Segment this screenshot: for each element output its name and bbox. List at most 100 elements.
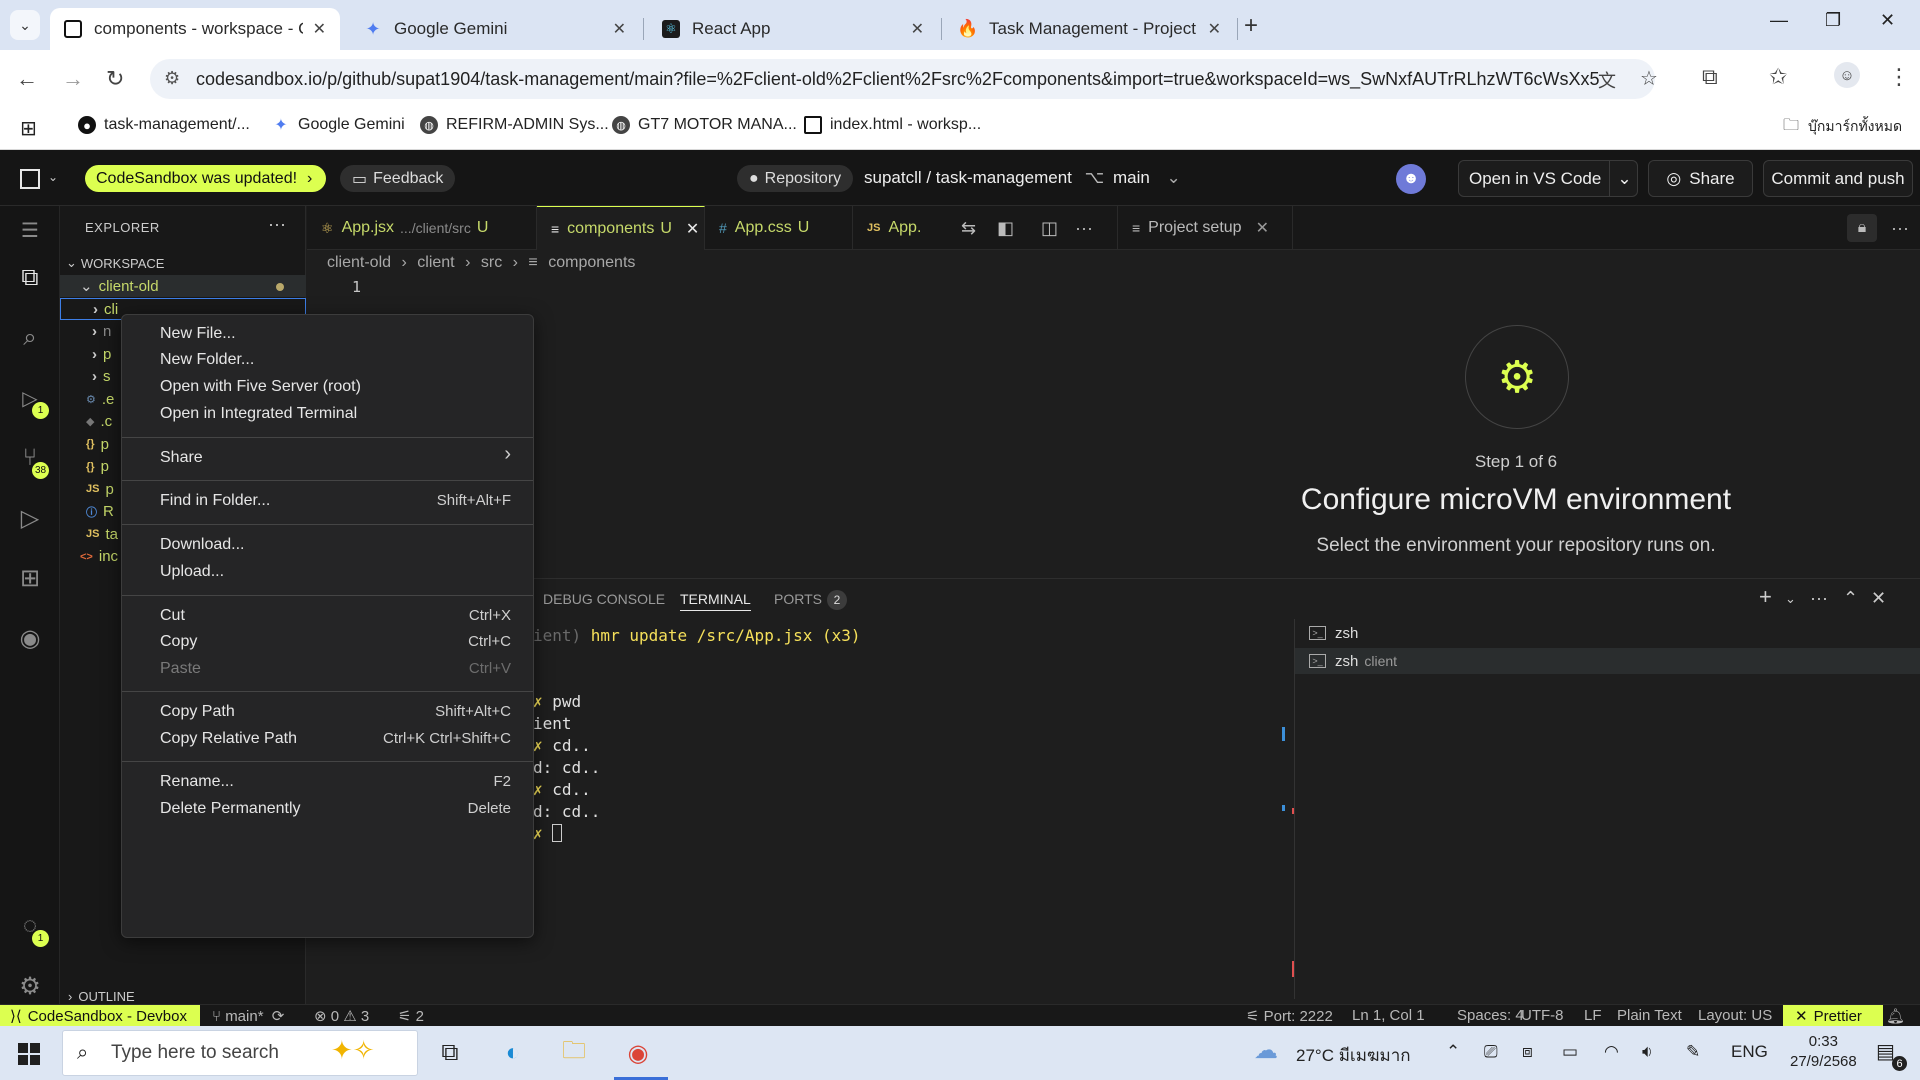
- port-status[interactable]: ⚟ Port: 2222: [1246, 1007, 1333, 1025]
- open-in-vscode-button[interactable]: Open in VS Code ⌄: [1458, 160, 1638, 197]
- volume-icon[interactable]: 🔉︎: [1642, 1042, 1653, 1062]
- address-bar[interactable]: ⚙ codesandbox.io/p/github/supat1904/task…: [150, 59, 1658, 99]
- favorites-icon[interactable]: ✩: [1769, 64, 1787, 90]
- apps-grid-icon[interactable]: ⊞: [20, 116, 37, 141]
- more-actions-icon[interactable]: ···: [268, 214, 286, 235]
- context-menu-item[interactable]: Copy Path Shift+Alt+C: [128, 698, 527, 725]
- browser-tab-react-app[interactable]: ⚛ React App ✕: [648, 8, 938, 50]
- github-icon[interactable]: ◉: [16, 624, 44, 652]
- hamburger-menu-icon[interactable]: ☰: [16, 216, 44, 244]
- input-language[interactable]: ENG: [1731, 1042, 1768, 1062]
- editor-tab-app-jsx[interactable]: ⚛ App.jsx .../client/src U: [307, 206, 537, 250]
- context-menu-item[interactable]: Delete Permanently Delete: [128, 795, 527, 822]
- windows-start-icon[interactable]: [18, 1043, 40, 1065]
- maximize-panel-icon[interactable]: ⌃: [1843, 588, 1858, 609]
- chevron-down-icon[interactable]: ⌄: [1609, 161, 1639, 196]
- context-menu-item[interactable]: New File...: [128, 320, 527, 347]
- bookmark-task-management[interactable]: ● task-management/...: [78, 116, 250, 134]
- editor-tab-app[interactable]: JS App.: [853, 206, 953, 250]
- new-terminal-icon[interactable]: +: [1759, 584, 1772, 610]
- close-tab-icon[interactable]: ✕: [911, 19, 924, 39]
- close-tab-icon[interactable]: ✕: [1256, 218, 1269, 238]
- all-bookmarks-folder[interactable]: 🗀 บุ๊กมาร์กทั้งหมด: [1782, 116, 1902, 138]
- terminal-list-item[interactable]: >_ zsh client: [1295, 648, 1920, 674]
- toggle-panel-icon[interactable]: ◧: [997, 218, 1014, 239]
- sync-icon[interactable]: ⟳: [272, 1008, 285, 1025]
- prettier-status[interactable]: ✕ Prettier: [1783, 1005, 1883, 1027]
- user-avatar[interactable]: ☻: [1396, 164, 1426, 194]
- keyboard-layout-status[interactable]: Layout: US: [1698, 1007, 1772, 1024]
- file-explorer-icon[interactable]: 🗀: [556, 1035, 592, 1071]
- editor-tab-project-setup[interactable]: ≡ Project setup ✕: [1117, 206, 1293, 250]
- commit-and-push-button[interactable]: Commit and push: [1763, 160, 1913, 197]
- more-actions-icon[interactable]: ···: [1810, 588, 1828, 609]
- terminal-list-item[interactable]: >_ zsh: [1295, 620, 1920, 646]
- repo-path[interactable]: supatcll / task-management ⌥ main ⌄: [864, 168, 1181, 188]
- battery-icon[interactable]: ▭: [1562, 1042, 1578, 1062]
- browser-tab-codesandbox[interactable]: components - workspace - Cod ✕: [50, 8, 340, 50]
- close-tab-icon[interactable]: ✕: [1208, 19, 1221, 39]
- context-menu-item[interactable]: New Folder...: [128, 346, 527, 373]
- context-menu-item[interactable]: Share ›: [128, 443, 527, 471]
- browser-tab-gemini[interactable]: ✦ Google Gemini ✕: [350, 8, 640, 50]
- terminal-output[interactable]: ient) hmr update /src/App.jsx (x3) ✗ pwd…: [533, 625, 861, 845]
- close-tab-icon[interactable]: ✕: [613, 19, 626, 39]
- new-tab-button[interactable]: +: [1244, 12, 1258, 40]
- back-icon[interactable]: ←: [16, 66, 38, 92]
- profile-avatar[interactable]: ☺: [1834, 62, 1860, 88]
- feedback-button[interactable]: ▭ Feedback: [340, 165, 456, 192]
- run-debug-icon[interactable]: ▷: [16, 504, 44, 532]
- weather-label[interactable]: 27°C มีเมฆมาก: [1296, 1042, 1411, 1069]
- close-tab-icon[interactable]: ✕: [313, 19, 326, 39]
- forward-icon[interactable]: →: [62, 66, 84, 92]
- meet-icon[interactable]: ⎚: [1484, 1042, 1498, 1062]
- extensions-icon[interactable]: ⧉: [1702, 64, 1718, 90]
- bookmark-star-icon[interactable]: ☆: [1640, 66, 1658, 91]
- eol-status[interactable]: LF: [1584, 1007, 1602, 1024]
- search-icon[interactable]: ⌕: [16, 324, 44, 352]
- bookmark-index-html[interactable]: index.html - worksp...: [804, 116, 981, 134]
- language-status[interactable]: Plain Text: [1617, 1007, 1682, 1024]
- restore-icon[interactable]: ❐: [1825, 10, 1841, 31]
- close-tab-icon[interactable]: ✕: [686, 219, 699, 239]
- context-menu-item[interactable]: Find in Folder... Shift+Alt+F: [128, 487, 527, 514]
- minimize-icon[interactable]: —: [1770, 10, 1788, 31]
- settings-gear-icon[interactable]: ⚙: [16, 972, 44, 1000]
- more-actions-icon[interactable]: ···: [1891, 218, 1909, 239]
- wifi-icon[interactable]: ◠: [1604, 1042, 1619, 1062]
- editor-tab-components[interactable]: ≡ components U ✕: [537, 206, 705, 250]
- encoding-status[interactable]: UTF-8: [1521, 1007, 1564, 1024]
- branch-status[interactable]: ⑂ main* ⟳: [212, 1007, 284, 1025]
- chevron-down-icon[interactable]: ⌄: [1785, 591, 1796, 607]
- breadcrumb-item[interactable]: components: [548, 254, 635, 271]
- indentation-status[interactable]: Spaces: 4: [1457, 1007, 1524, 1024]
- share-button[interactable]: ◎ Share: [1648, 160, 1753, 197]
- tree-folder-client-old[interactable]: ⌄ client-old: [60, 275, 306, 297]
- breadcrumb-item[interactable]: client-old: [327, 254, 391, 271]
- bookmark-gt7-motor[interactable]: ◍ GT7 MOTOR MANA...: [612, 116, 797, 134]
- extensions-icon[interactable]: ⊞: [16, 564, 44, 592]
- context-menu-item[interactable]: Copy Relative Path Ctrl+K Ctrl+Shift+C: [128, 725, 527, 752]
- chrome-icon[interactable]: ◉: [620, 1035, 656, 1071]
- tab-debug-console[interactable]: DEBUG CONSOLE: [543, 591, 665, 607]
- ports-status[interactable]: ⚟ 2: [398, 1007, 424, 1025]
- tab-ports[interactable]: PORTS: [774, 591, 822, 607]
- tab-terminal[interactable]: TERMINAL: [680, 591, 751, 611]
- context-menu-item[interactable]: Download...: [128, 531, 527, 558]
- context-menu-item[interactable]: Copy Ctrl+C: [128, 628, 527, 655]
- edge-icon[interactable]: ◐: [495, 1035, 531, 1071]
- context-menu-item[interactable]: Upload...: [128, 558, 527, 585]
- bookmark-gemini[interactable]: ✦ Google Gemini: [272, 116, 404, 134]
- explorer-icon[interactable]: ⧉: [16, 264, 44, 292]
- context-menu-item[interactable]: Open in Integrated Terminal: [128, 400, 527, 427]
- editor-tab-app-css[interactable]: # App.css U: [705, 206, 853, 250]
- notifications-bell-icon[interactable]: 🔔︎: [1886, 1007, 1905, 1025]
- reload-icon[interactable]: ↻: [106, 66, 124, 92]
- pen-icon[interactable]: ✎: [1686, 1042, 1700, 1062]
- translate-icon[interactable]: 文: [1598, 67, 1616, 93]
- context-menu-item[interactable]: Open with Five Server (root): [128, 373, 527, 400]
- split-editor-icon[interactable]: ◫: [1041, 218, 1058, 239]
- workspace-section[interactable]: ⌄ WORKSPACE: [60, 252, 306, 274]
- problems-status[interactable]: ⊗ 0 ⚠ 3: [314, 1007, 369, 1025]
- site-info-icon[interactable]: ⚙: [164, 68, 180, 89]
